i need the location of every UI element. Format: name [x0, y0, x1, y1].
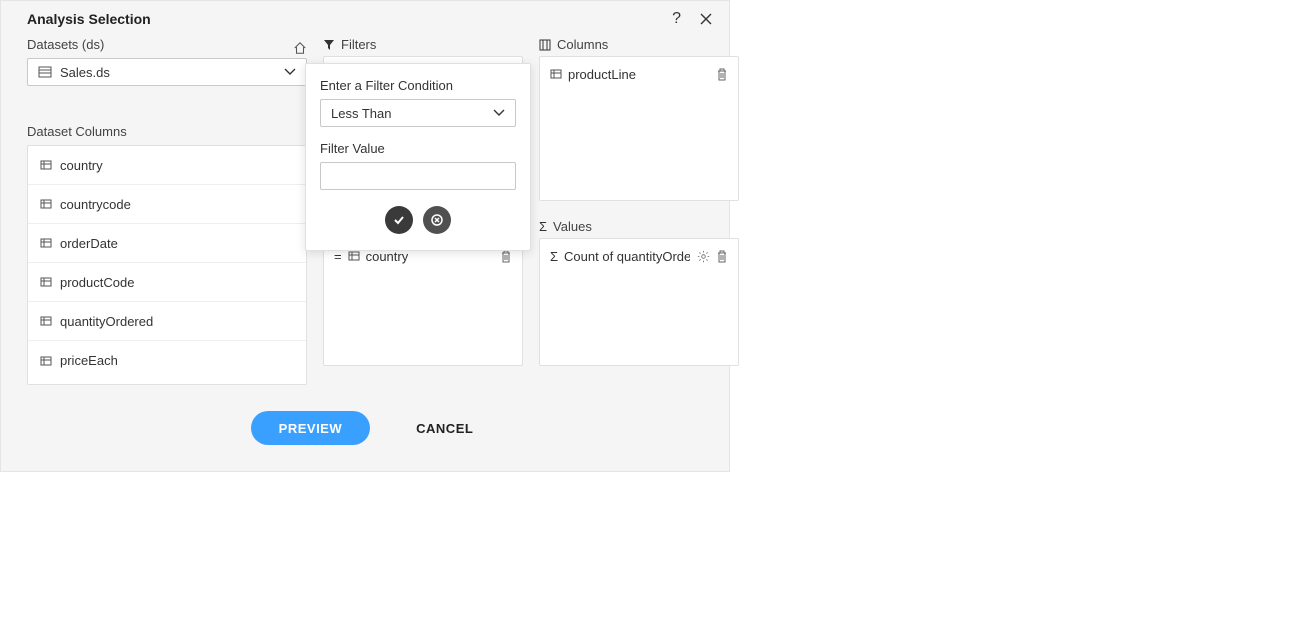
columns-label: Columns: [557, 37, 608, 52]
chevron-down-icon: [493, 109, 505, 117]
values-dropzone[interactable]: Σ Count of quantityOrdered: [539, 238, 739, 366]
dialog-footer: PREVIEW CANCEL: [1, 385, 729, 451]
values-chip-prefix: Σ: [550, 249, 558, 264]
table-icon: [40, 199, 52, 209]
delete-icon[interactable]: [500, 250, 512, 263]
filter-apply-button[interactable]: [385, 206, 413, 234]
dataset-column-item[interactable]: productCode: [28, 263, 306, 302]
values-label: Values: [553, 219, 592, 234]
dataset-column-item[interactable]: priceEach: [28, 341, 306, 380]
dataset-column-name: orderDate: [60, 236, 118, 251]
columns-dropzone[interactable]: productLine: [539, 56, 739, 201]
close-icon[interactable]: [699, 12, 713, 26]
rows-dropzone[interactable]: = country: [323, 238, 523, 366]
columns-chip-text: productLine: [568, 67, 636, 82]
filter-condition-popover: Enter a Filter Condition Less Than Filte…: [305, 63, 531, 251]
filters-label: Filters: [341, 37, 376, 52]
dialog-window-controls: ?: [672, 11, 713, 27]
columns-section: Columns productLine: [539, 37, 739, 201]
dialog-title: Analysis Selection: [27, 11, 151, 27]
dataset-column-item[interactable]: orderDate: [28, 224, 306, 263]
dataset-column-item[interactable]: countrycode: [28, 185, 306, 224]
dataset-column-name: priceEach: [60, 353, 118, 368]
datasets-label: Datasets (ds): [27, 37, 104, 52]
filter-cancel-button[interactable]: [423, 206, 451, 234]
filter-value-label: Filter Value: [320, 141, 516, 156]
dataset-column-name: productCode: [60, 275, 134, 290]
gear-icon[interactable]: [697, 250, 710, 263]
dataset-column-name: countrycode: [60, 197, 131, 212]
help-icon[interactable]: ?: [672, 11, 681, 27]
dataset-column-item[interactable]: country: [28, 146, 306, 185]
check-icon: [392, 213, 406, 227]
chevron-down-icon: [284, 68, 296, 76]
dataset-column-name: quantityOrdered: [60, 314, 153, 329]
table-icon: [40, 316, 52, 326]
dataset-column-name: country: [60, 158, 103, 173]
delete-icon[interactable]: [716, 68, 728, 81]
columns-icon: [539, 39, 551, 51]
table-icon: [550, 69, 562, 79]
columns-chip[interactable]: productLine: [540, 57, 738, 91]
table-icon: [348, 251, 360, 261]
filter-condition-value: Less Than: [331, 106, 391, 121]
filter-value-input[interactable]: [320, 162, 516, 190]
values-chip[interactable]: Σ Count of quantityOrdered: [540, 239, 738, 273]
dataset-column-item[interactable]: quantityOrdered: [28, 302, 306, 341]
table-icon: [40, 238, 52, 248]
delete-icon[interactable]: [716, 250, 728, 263]
dataset-icon: [38, 66, 52, 78]
table-icon: [40, 160, 52, 170]
sigma-icon: Σ: [539, 219, 547, 234]
filter-condition-label: Enter a Filter Condition: [320, 78, 516, 93]
dataset-selected-value: Sales.ds: [60, 65, 110, 80]
cancel-circle-icon: [430, 213, 444, 227]
home-icon[interactable]: [293, 41, 307, 55]
table-icon: [40, 356, 52, 366]
preview-button[interactable]: PREVIEW: [251, 411, 370, 445]
analysis-selection-dialog: Analysis Selection ? Datasets (ds): [0, 0, 730, 472]
values-section: Σ Values Σ Count of quantityOrdered: [539, 219, 739, 366]
dialog-header: Analysis Selection ?: [1, 1, 729, 37]
filter-icon: [323, 39, 335, 51]
table-icon: [40, 277, 52, 287]
values-chip-text: Count of quantityOrdered: [564, 249, 690, 264]
right-column: Columns productLine: [539, 37, 739, 366]
datasets-panel: Datasets (ds) Sales.ds Dataset Columns: [27, 37, 307, 385]
cancel-button[interactable]: CANCEL: [410, 420, 479, 437]
dataset-columns-label: Dataset Columns: [27, 124, 307, 139]
filter-condition-select[interactable]: Less Than: [320, 99, 516, 127]
dataset-columns-list: country countrycode orderDate productCode qu…: [27, 145, 307, 385]
dataset-select[interactable]: Sales.ds: [27, 58, 307, 86]
